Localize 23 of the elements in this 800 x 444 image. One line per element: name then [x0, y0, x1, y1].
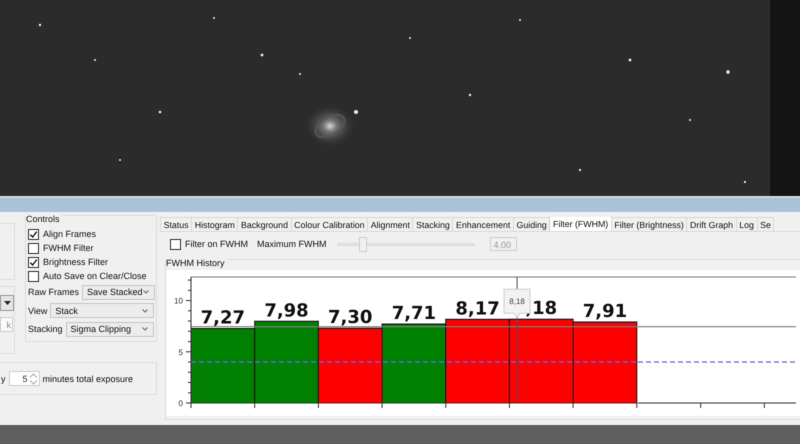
checkbox-label: FWHM Filter [43, 243, 94, 253]
checkbox-label: Align Frames [43, 229, 96, 239]
axis-label: 10 [174, 296, 183, 306]
field-label: y [1, 374, 6, 384]
value-label: 7,71 [392, 303, 436, 324]
field-label: Stacking [28, 324, 63, 334]
checkbox-label: Filter on FWHM [185, 239, 248, 249]
field-label: Raw Frames [28, 287, 80, 298]
value-label: 7,98 [264, 300, 309, 322]
checkbox-label: Brightness Filter [43, 257, 108, 267]
value-label: 7,91 [582, 300, 628, 322]
axis-label: 0 [178, 399, 183, 408]
slider-label: Maximum FWHM [257, 239, 326, 249]
value-label: 7,30 [328, 307, 372, 328]
checkbox-label: Auto Save on Clear/Close [43, 271, 147, 281]
tooltip-text: 8,18 [509, 297, 525, 306]
value-label: 7,27 [200, 308, 246, 329]
axis-label: 5 [178, 348, 183, 357]
value-label: 8,17 [455, 298, 500, 320]
group-title: Controls [26, 214, 62, 224]
field-label: minutes total exposure [42, 374, 134, 384]
field-label: View [28, 306, 48, 316]
group-title: FWHM History [166, 258, 226, 268]
